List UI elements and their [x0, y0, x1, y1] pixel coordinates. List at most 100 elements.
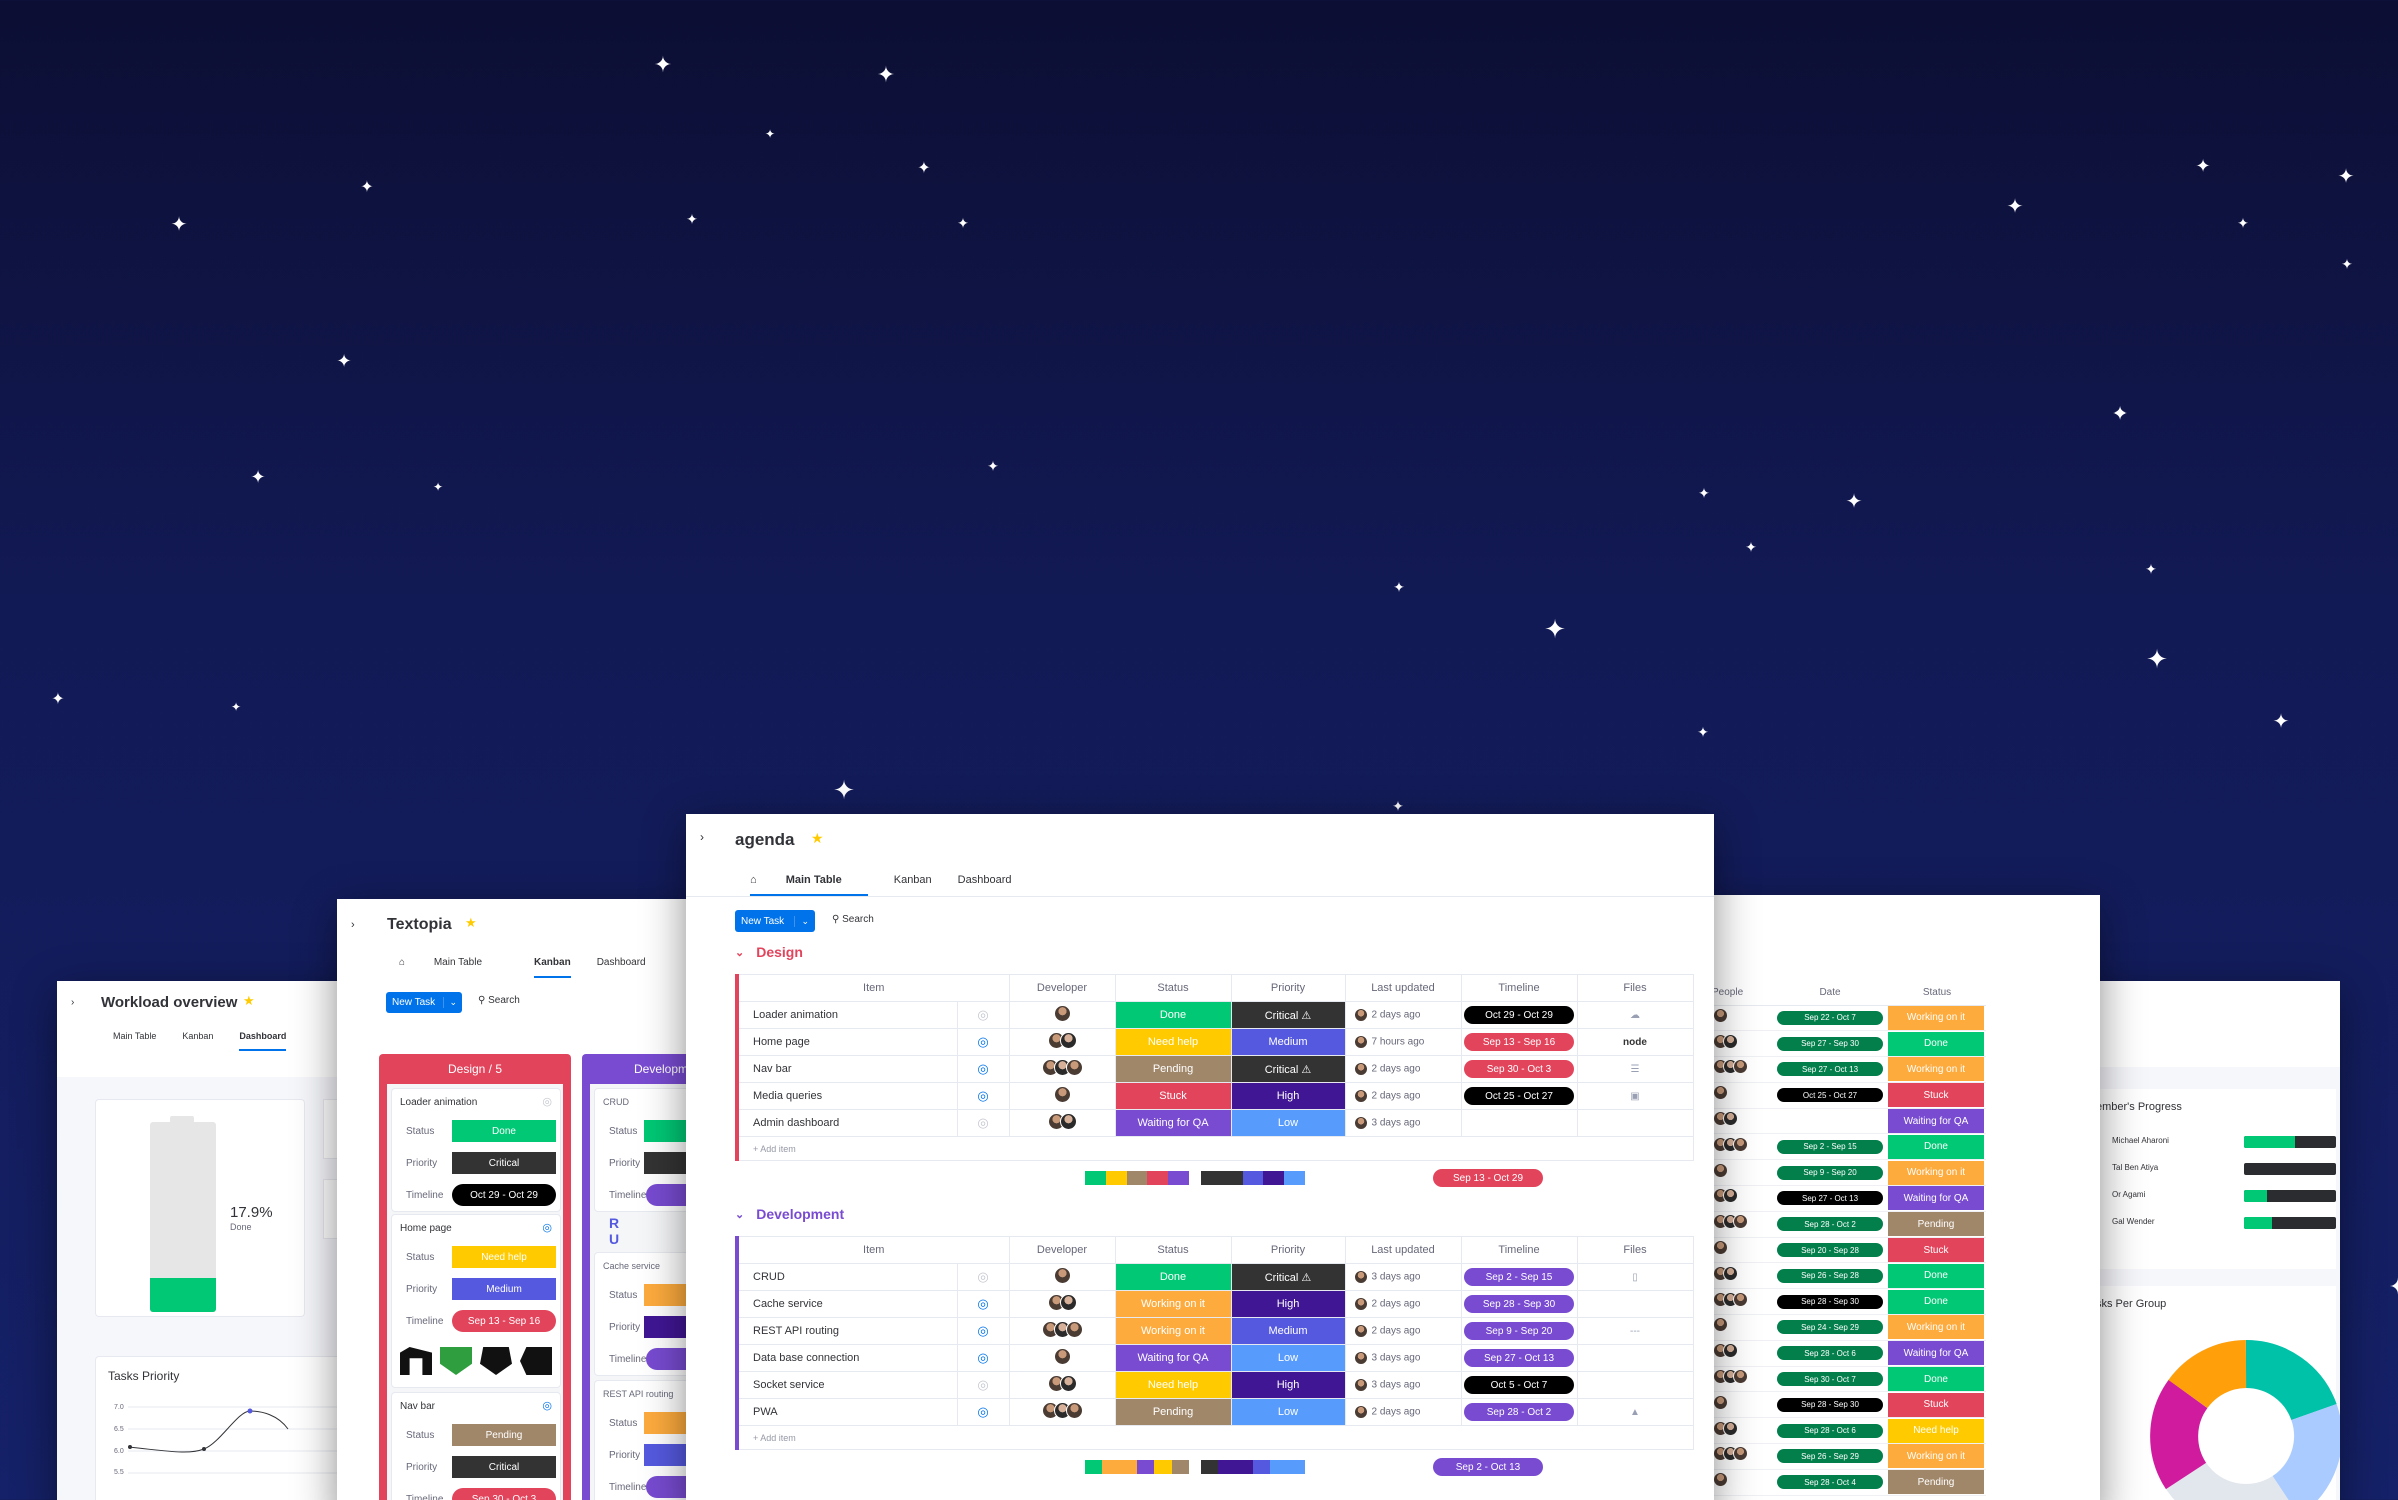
date-pill[interactable]: Sep 28 - Oct 6 — [1777, 1423, 1883, 1438]
status-pill[interactable]: Stuck — [1888, 1392, 1984, 1417]
chevron-down-icon[interactable]: ⌄ — [794, 915, 815, 927]
kanban-card[interactable]: Loader animation ◎ Status Done Priority Cr… — [391, 1088, 561, 1212]
status-pill[interactable]: Need help — [452, 1246, 556, 1268]
date-pill[interactable]: Sep 2 - Sep 15 — [1777, 1139, 1883, 1154]
table-row[interactable]: Sep 28 - Oct 6 Need help — [1712, 1417, 1986, 1445]
status-pill[interactable]: Working on it — [1888, 1005, 1984, 1030]
priority-pill[interactable]: Critical ⚠ — [1231, 1002, 1345, 1028]
date-pill[interactable]: Sep 28 - Oct 4 — [1777, 1475, 1883, 1490]
status-pill[interactable]: Done — [1888, 1263, 1984, 1288]
item-cell[interactable]: PWA — [736, 1398, 958, 1426]
comment-icon[interactable]: ◎ — [542, 1399, 552, 1412]
table-row[interactable]: Sep 26 - Sep 29 Working on it — [1712, 1443, 1986, 1470]
table-row[interactable]: Sep 28 - Oct 6 Waiting for QA — [1712, 1340, 1986, 1367]
status-pill[interactable]: Need help — [1888, 1418, 1984, 1443]
tab-main-table[interactable]: ⌂ Main Table — [750, 874, 868, 896]
table-row[interactable]: Data base connection ◎ Waiting for QA Low 3 … — [736, 1344, 1694, 1372]
status-pill[interactable]: Waiting for QA — [1115, 1345, 1231, 1371]
updates-icon[interactable]: ◎ — [977, 1088, 988, 1103]
item-cell[interactable]: Nav bar — [736, 1055, 958, 1083]
tab-kanban[interactable]: Kanban — [182, 1031, 213, 1051]
favorite-star-icon[interactable]: ★ — [811, 830, 824, 847]
table-row[interactable]: Sep 22 - Oct 7 Working on it — [1712, 1005, 1986, 1032]
updates-icon[interactable]: ◎ — [977, 1323, 988, 1338]
timeline-pill[interactable]: Sep 9 - Sep 20 — [1464, 1322, 1574, 1340]
table-row[interactable]: Home page ◎ Need help Medium 7 hours ago Sep … — [736, 1028, 1694, 1056]
status-pill[interactable]: Done — [1115, 1002, 1231, 1028]
table-row[interactable]: CRUD ◎ Done Critical ⚠ 3 days ago Sep 2 - Sep… — [736, 1263, 1694, 1291]
priority-pill[interactable]: Medium — [1231, 1318, 1345, 1344]
status-pill[interactable]: Pending — [1115, 1399, 1231, 1425]
item-cell[interactable]: Home page — [736, 1028, 958, 1056]
table-row[interactable]: Sep 28 - Sep 30 Done — [1712, 1288, 1986, 1316]
table-row[interactable]: Sep 20 - Sep 28 Stuck — [1712, 1237, 1986, 1264]
timeline-pill[interactable]: Sep 13 - Sep 16 — [1464, 1033, 1574, 1051]
priority-pill[interactable]: Critical ⚠ — [1231, 1264, 1345, 1290]
item-cell[interactable]: Loader animation — [736, 1001, 958, 1029]
priority-pill[interactable]: Low — [1231, 1399, 1345, 1425]
status-pill[interactable]: Need help — [1115, 1029, 1231, 1055]
favorite-star-icon[interactable]: ★ — [243, 993, 255, 1009]
group-title[interactable]: ⌄ Design — [735, 944, 803, 960]
status-pill[interactable]: Waiting for QA — [1888, 1109, 1984, 1134]
timeline-pill[interactable]: Sep 27 - Oct 13 — [1464, 1349, 1574, 1367]
comment-icon[interactable]: ◎ — [542, 1095, 552, 1108]
item-cell[interactable]: Socket service — [736, 1371, 958, 1399]
tab-main-table[interactable]: Main Table — [113, 1031, 156, 1051]
status-pill[interactable]: Waiting for QA — [1888, 1186, 1984, 1211]
date-pill[interactable]: Sep 27 - Oct 13 — [1777, 1062, 1883, 1077]
status-pill[interactable]: Pending — [1888, 1470, 1984, 1495]
kanban-card[interactable]: Cache service Status Priority Timeline — [594, 1252, 697, 1376]
search-button[interactable]: ⚲ Search — [478, 995, 520, 1006]
status-pill[interactable]: Waiting for QA — [1115, 1110, 1231, 1136]
status-pill[interactable]: Need help — [1115, 1372, 1231, 1398]
status-pill[interactable]: Stuck — [1115, 1083, 1231, 1109]
dash-file-icon[interactable]: --- — [1630, 1326, 1640, 1337]
timeline-pill[interactable]: Oct 29 - Oct 29 — [452, 1184, 556, 1206]
priority-pill[interactable]: Critical — [452, 1152, 556, 1174]
updates-icon[interactable]: ◎ — [977, 1296, 988, 1311]
date-pill[interactable]: Sep 28 - Oct 2 — [1777, 1217, 1883, 1232]
updates-icon[interactable]: ◎ — [977, 1350, 988, 1365]
collapse-arrow-icon[interactable]: › — [351, 919, 355, 931]
new-task-button[interactable]: New Task ⌄ — [386, 992, 462, 1013]
table-row[interactable]: Sep 24 - Sep 29 Working on it — [1712, 1314, 1986, 1341]
table-row[interactable]: Oct 25 - Oct 27 Stuck — [1712, 1082, 1986, 1109]
collapse-arrow-icon[interactable]: › — [700, 830, 704, 844]
tab-kanban[interactable]: Kanban — [894, 874, 932, 896]
table-row[interactable]: Sep 2 - Sep 15 Done — [1712, 1133, 1986, 1161]
node-file-icon[interactable]: node — [1623, 1037, 1647, 1048]
date-pill[interactable]: Sep 26 - Sep 29 — [1777, 1449, 1883, 1464]
add-item-row[interactable]: + Add item — [736, 1425, 1694, 1450]
timeline-pill[interactable]: Oct 29 - Oct 29 — [1464, 1006, 1574, 1024]
status-pill[interactable]: Done — [1888, 1134, 1984, 1159]
priority-pill[interactable]: Critical ⚠ — [1231, 1056, 1345, 1082]
kanban-card[interactable]: Nav bar ◎ Status Pending Priority Critical… — [391, 1392, 561, 1500]
table-row[interactable]: Nav bar ◎ Pending Critical ⚠ 2 days ago Sep 3… — [736, 1055, 1694, 1083]
date-pill[interactable]: Sep 27 - Sep 30 — [1777, 1036, 1883, 1051]
table-row[interactable]: Sep 9 - Sep 20 Working on it — [1712, 1159, 1986, 1187]
status-pill[interactable]: Working on it — [1888, 1315, 1984, 1340]
updates-icon[interactable]: ◎ — [977, 1269, 988, 1284]
collapse-arrow-icon[interactable]: › — [71, 997, 74, 1008]
priority-pill[interactable]: High — [1231, 1372, 1345, 1398]
table-row[interactable]: PWA ◎ Pending Low 2 days ago Sep 28 - Oct 2 ▲ — [736, 1398, 1694, 1426]
table-row[interactable]: Sep 26 - Sep 28 Done — [1712, 1262, 1986, 1290]
date-pill[interactable]: Sep 24 - Sep 29 — [1777, 1320, 1883, 1335]
timeline-pill[interactable]: Oct 5 - Oct 7 — [1464, 1376, 1574, 1394]
status-pill[interactable]: Done — [1888, 1031, 1984, 1056]
item-cell[interactable]: Media queries — [736, 1082, 958, 1110]
status-pill[interactable]: Pending — [1115, 1056, 1231, 1082]
new-task-button[interactable]: New Task ⌄ — [735, 910, 815, 932]
status-pill[interactable]: Stuck — [1888, 1083, 1984, 1108]
table-row[interactable]: Media queries ◎ Stuck High 2 days ago Oct 25 … — [736, 1082, 1694, 1110]
date-pill[interactable]: Sep 28 - Sep 30 — [1777, 1294, 1883, 1309]
table-row[interactable]: REST API routing ◎ Working on it Medium 2 da… — [736, 1317, 1694, 1345]
timeline-pill[interactable]: Sep 28 - Oct 2 — [1464, 1403, 1574, 1421]
favorite-star-icon[interactable]: ★ — [465, 915, 477, 931]
date-pill[interactable]: Sep 28 - Oct 6 — [1777, 1346, 1883, 1361]
date-pill[interactable]: Sep 27 - Oct 13 — [1777, 1191, 1883, 1206]
updates-icon[interactable]: ◎ — [977, 1404, 988, 1419]
table-row[interactable]: Sep 30 - Oct 7 Done — [1712, 1366, 1986, 1393]
doc-file-icon[interactable]: ▯ — [1632, 1272, 1638, 1283]
